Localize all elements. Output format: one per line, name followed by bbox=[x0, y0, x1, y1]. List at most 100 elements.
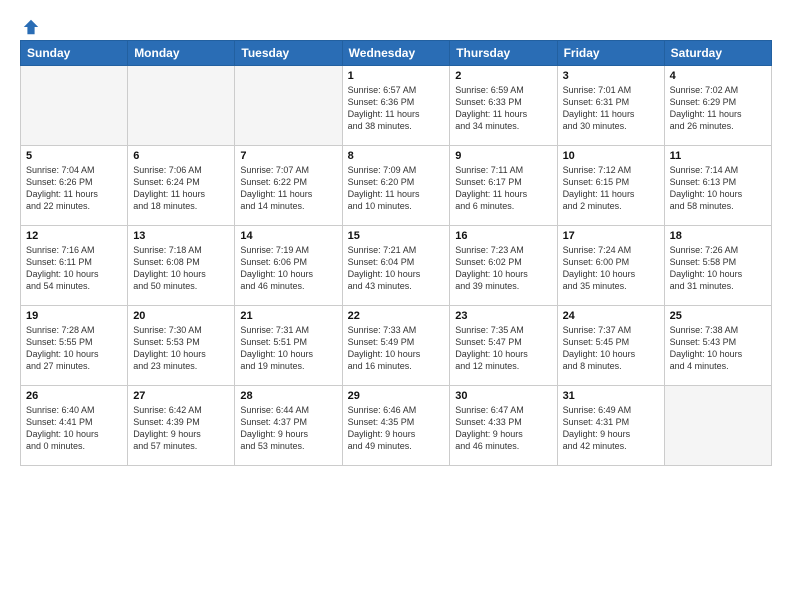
week-row-1: 1 Sunrise: 6:57 AM Sunset: 6:36 PM Daylig… bbox=[21, 66, 772, 146]
day-cell: 30Sunrise: 6:47 AM Sunset: 4:33 PM Dayli… bbox=[450, 386, 557, 466]
day-cell: 23Sunrise: 7:35 AM Sunset: 5:47 PM Dayli… bbox=[450, 306, 557, 386]
day-cell: 10 Sunrise: 7:12 AM Sunset: 6:15 PM Dayli… bbox=[557, 146, 664, 226]
day-info: Sunrise: 6:46 AM Sunset: 4:35 PM Dayligh… bbox=[348, 404, 445, 453]
day-number: 2 bbox=[455, 70, 551, 82]
day-info: Sunrise: 6:44 AM Sunset: 4:37 PM Dayligh… bbox=[240, 404, 336, 453]
day-cell: 7 Sunrise: 7:07 AM Sunset: 6:22 PM Daylig… bbox=[235, 146, 342, 226]
page: SundayMondayTuesdayWednesdayThursdayFrid… bbox=[0, 0, 792, 612]
day-cell: 21 Sunrise: 7:31 AM Sunset: 5:51 PM Dayli… bbox=[235, 306, 342, 386]
day-number: 6 bbox=[133, 150, 229, 162]
day-info: Sunrise: 7:16 AM Sunset: 6:11 PM Dayligh… bbox=[26, 244, 122, 293]
day-number: 30 bbox=[455, 390, 551, 402]
day-number: 31 bbox=[563, 390, 659, 402]
day-number: 12 bbox=[26, 230, 122, 242]
day-info: Sunrise: 6:59 AM Sunset: 6:33 PM Dayligh… bbox=[455, 84, 551, 133]
day-info: Sunrise: 7:06 AM Sunset: 6:24 PM Dayligh… bbox=[133, 164, 229, 213]
weekday-header-sunday: Sunday bbox=[21, 41, 128, 66]
day-cell: 20 Sunrise: 7:30 AM Sunset: 5:53 PM Dayli… bbox=[128, 306, 235, 386]
day-number: 16 bbox=[455, 230, 551, 242]
day-cell: 19 Sunrise: 7:28 AM Sunset: 5:55 PM Dayli… bbox=[21, 306, 128, 386]
day-cell: 27 Sunrise: 6:42 AM Sunset: 4:39 PM Dayli… bbox=[128, 386, 235, 466]
day-cell: 29 Sunrise: 6:46 AM Sunset: 4:35 PM Dayli… bbox=[342, 386, 450, 466]
day-cell: 14Sunrise: 7:19 AM Sunset: 6:06 PM Dayli… bbox=[235, 226, 342, 306]
day-info: Sunrise: 7:18 AM Sunset: 6:08 PM Dayligh… bbox=[133, 244, 229, 293]
day-cell bbox=[664, 386, 771, 466]
day-info: Sunrise: 7:35 AM Sunset: 5:47 PM Dayligh… bbox=[455, 324, 551, 373]
week-row-3: 12 Sunrise: 7:16 AM Sunset: 6:11 PM Dayli… bbox=[21, 226, 772, 306]
weekday-header-row: SundayMondayTuesdayWednesdayThursdayFrid… bbox=[21, 41, 772, 66]
day-cell: 6 Sunrise: 7:06 AM Sunset: 6:24 PM Daylig… bbox=[128, 146, 235, 226]
day-cell bbox=[235, 66, 342, 146]
day-number: 11 bbox=[670, 150, 766, 162]
logo bbox=[20, 18, 40, 32]
day-number: 8 bbox=[348, 150, 445, 162]
day-cell: 1 Sunrise: 6:57 AM Sunset: 6:36 PM Daylig… bbox=[342, 66, 450, 146]
weekday-header-wednesday: Wednesday bbox=[342, 41, 450, 66]
day-number: 13 bbox=[133, 230, 229, 242]
day-number: 18 bbox=[670, 230, 766, 242]
day-info: Sunrise: 7:14 AM Sunset: 6:13 PM Dayligh… bbox=[670, 164, 766, 213]
day-info: Sunrise: 6:57 AM Sunset: 6:36 PM Dayligh… bbox=[348, 84, 445, 133]
week-row-2: 5 Sunrise: 7:04 AM Sunset: 6:26 PM Daylig… bbox=[21, 146, 772, 226]
day-number: 27 bbox=[133, 390, 229, 402]
day-info: Sunrise: 7:12 AM Sunset: 6:15 PM Dayligh… bbox=[563, 164, 659, 213]
day-number: 4 bbox=[670, 70, 766, 82]
day-info: Sunrise: 7:04 AM Sunset: 6:26 PM Dayligh… bbox=[26, 164, 122, 213]
day-info: Sunrise: 6:49 AM Sunset: 4:31 PM Dayligh… bbox=[563, 404, 659, 453]
day-number: 15 bbox=[348, 230, 445, 242]
day-number: 19 bbox=[26, 310, 122, 322]
day-cell: 25Sunrise: 7:38 AM Sunset: 5:43 PM Dayli… bbox=[664, 306, 771, 386]
weekday-header-tuesday: Tuesday bbox=[235, 41, 342, 66]
day-number: 7 bbox=[240, 150, 336, 162]
day-number: 25 bbox=[670, 310, 766, 322]
day-cell bbox=[128, 66, 235, 146]
day-number: 17 bbox=[563, 230, 659, 242]
day-info: Sunrise: 7:01 AM Sunset: 6:31 PM Dayligh… bbox=[563, 84, 659, 133]
weekday-header-saturday: Saturday bbox=[664, 41, 771, 66]
day-info: Sunrise: 7:21 AM Sunset: 6:04 PM Dayligh… bbox=[348, 244, 445, 293]
day-info: Sunrise: 6:42 AM Sunset: 4:39 PM Dayligh… bbox=[133, 404, 229, 453]
day-number: 20 bbox=[133, 310, 229, 322]
weekday-header-monday: Monday bbox=[128, 41, 235, 66]
day-cell: 17 Sunrise: 7:24 AM Sunset: 6:00 PM Dayli… bbox=[557, 226, 664, 306]
day-number: 10 bbox=[563, 150, 659, 162]
day-number: 21 bbox=[240, 310, 336, 322]
day-info: Sunrise: 7:24 AM Sunset: 6:00 PM Dayligh… bbox=[563, 244, 659, 293]
day-info: Sunrise: 7:33 AM Sunset: 5:49 PM Dayligh… bbox=[348, 324, 445, 373]
day-number: 22 bbox=[348, 310, 445, 322]
day-info: Sunrise: 7:07 AM Sunset: 6:22 PM Dayligh… bbox=[240, 164, 336, 213]
day-number: 3 bbox=[563, 70, 659, 82]
day-number: 1 bbox=[348, 70, 445, 82]
day-info: Sunrise: 7:31 AM Sunset: 5:51 PM Dayligh… bbox=[240, 324, 336, 373]
day-number: 29 bbox=[348, 390, 445, 402]
day-info: Sunrise: 7:09 AM Sunset: 6:20 PM Dayligh… bbox=[348, 164, 445, 213]
day-cell: 22 Sunrise: 7:33 AM Sunset: 5:49 PM Dayli… bbox=[342, 306, 450, 386]
day-cell: 15 Sunrise: 7:21 AM Sunset: 6:04 PM Dayli… bbox=[342, 226, 450, 306]
day-info: Sunrise: 7:28 AM Sunset: 5:55 PM Dayligh… bbox=[26, 324, 122, 373]
day-info: Sunrise: 7:26 AM Sunset: 5:58 PM Dayligh… bbox=[670, 244, 766, 293]
day-info: Sunrise: 7:23 AM Sunset: 6:02 PM Dayligh… bbox=[455, 244, 551, 293]
day-info: Sunrise: 7:11 AM Sunset: 6:17 PM Dayligh… bbox=[455, 164, 551, 213]
day-info: Sunrise: 7:02 AM Sunset: 6:29 PM Dayligh… bbox=[670, 84, 766, 133]
day-cell: 24Sunrise: 7:37 AM Sunset: 5:45 PM Dayli… bbox=[557, 306, 664, 386]
logo-icon bbox=[22, 18, 40, 36]
day-info: Sunrise: 7:30 AM Sunset: 5:53 PM Dayligh… bbox=[133, 324, 229, 373]
day-number: 5 bbox=[26, 150, 122, 162]
day-number: 14 bbox=[240, 230, 336, 242]
day-cell: 9 Sunrise: 7:11 AM Sunset: 6:17 PM Daylig… bbox=[450, 146, 557, 226]
calendar: SundayMondayTuesdayWednesdayThursdayFrid… bbox=[20, 40, 772, 466]
day-number: 28 bbox=[240, 390, 336, 402]
day-cell: 13 Sunrise: 7:18 AM Sunset: 6:08 PM Dayli… bbox=[128, 226, 235, 306]
day-cell: 3 Sunrise: 7:01 AM Sunset: 6:31 PM Daylig… bbox=[557, 66, 664, 146]
day-info: Sunrise: 6:40 AM Sunset: 4:41 PM Dayligh… bbox=[26, 404, 122, 453]
day-cell: 26 Sunrise: 6:40 AM Sunset: 4:41 PM Dayli… bbox=[21, 386, 128, 466]
day-cell: 16 Sunrise: 7:23 AM Sunset: 6:02 PM Dayli… bbox=[450, 226, 557, 306]
week-row-5: 26 Sunrise: 6:40 AM Sunset: 4:41 PM Dayli… bbox=[21, 386, 772, 466]
day-number: 9 bbox=[455, 150, 551, 162]
day-cell bbox=[21, 66, 128, 146]
day-cell: 5 Sunrise: 7:04 AM Sunset: 6:26 PM Daylig… bbox=[21, 146, 128, 226]
day-cell: 28 Sunrise: 6:44 AM Sunset: 4:37 PM Dayli… bbox=[235, 386, 342, 466]
day-number: 26 bbox=[26, 390, 122, 402]
header bbox=[20, 18, 772, 32]
day-cell: 18 Sunrise: 7:26 AM Sunset: 5:58 PM Dayli… bbox=[664, 226, 771, 306]
